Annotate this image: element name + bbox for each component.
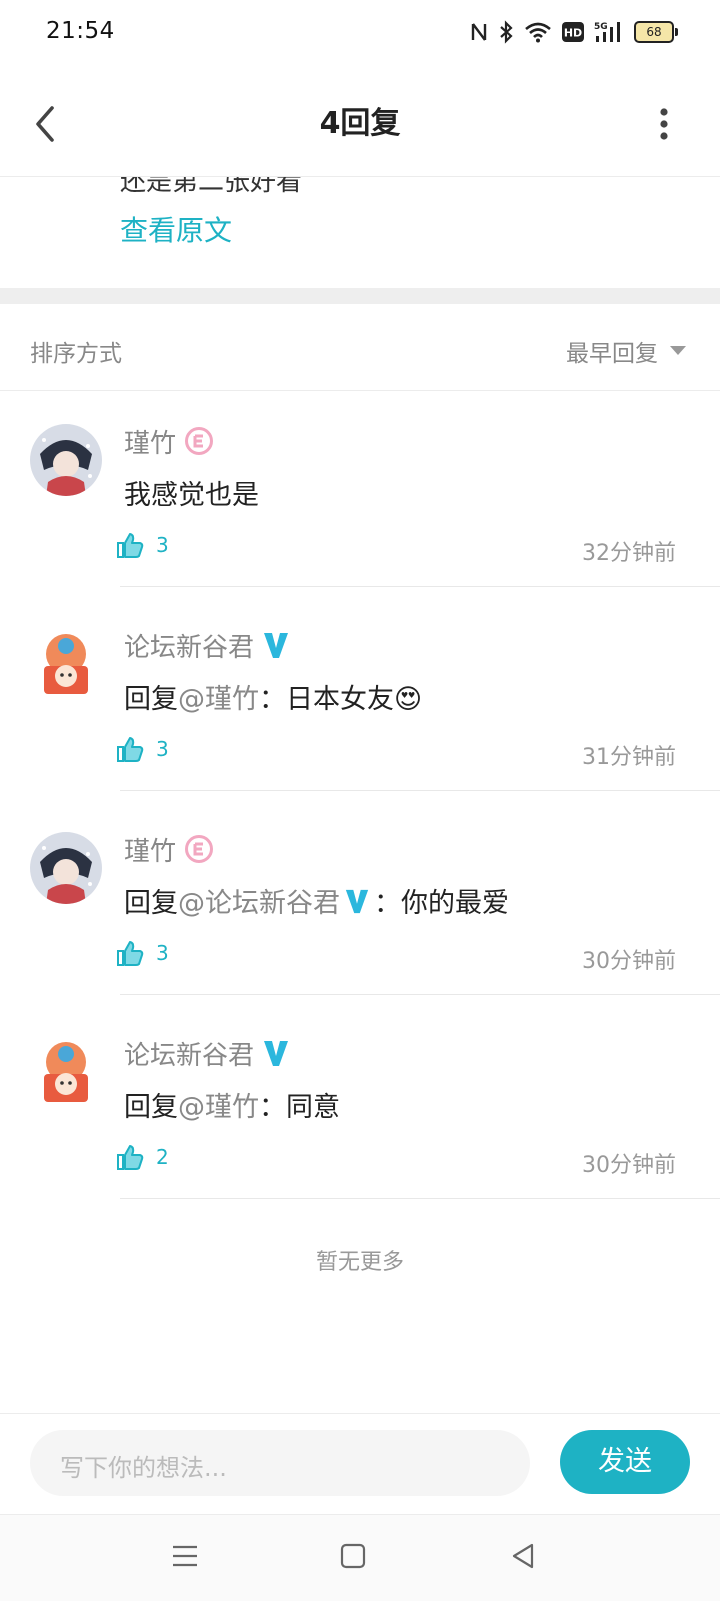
reply-content: 回复 @论坛新谷君 ：你的最爱	[124, 881, 509, 920]
menu-icon[interactable]	[172, 1543, 198, 1569]
send-button[interactable]: 发送	[560, 1430, 690, 1494]
like-button[interactable]: 3	[116, 939, 169, 967]
avatar[interactable]	[30, 832, 102, 904]
mention-link[interactable]: @瑾竹	[178, 677, 259, 716]
no-more-label: 暂无更多	[315, 1250, 404, 1275]
hd-icon: HD	[562, 22, 584, 42]
mention-link[interactable]: @论坛新谷君	[178, 881, 340, 920]
thumbs-up-icon	[117, 737, 144, 762]
reply-text: ：日本女友😍	[259, 684, 423, 715]
reply-item: 论坛新谷君 回复 @瑾竹 ：同意 2 30分钟前	[0, 995, 720, 1199]
username[interactable]: 论坛新谷君	[124, 627, 254, 664]
reply-prefix: 回复	[124, 684, 178, 715]
thumbs-up-icon	[117, 1145, 144, 1170]
input-placeholder: 写下你的想法...	[60, 1454, 227, 1482]
reply-timestamp: 30分钟前	[582, 1153, 676, 1178]
username[interactable]: 瑾竹	[124, 831, 176, 868]
like-button[interactable]: 3	[116, 531, 169, 559]
reply-prefix: 回复	[124, 1092, 178, 1123]
reply-content: 回复 @瑾竹 ：日本女友😍	[124, 677, 422, 716]
like-button[interactable]: 2	[116, 1143, 169, 1171]
level-badge-icon	[185, 427, 214, 455]
home-icon[interactable]	[340, 1543, 366, 1569]
view-original-link[interactable]: 查看原文	[120, 209, 232, 249]
like-count: 3	[156, 533, 169, 557]
verified-v-icon	[264, 633, 289, 658]
reply-header: 瑾竹	[124, 831, 214, 867]
reply-text: 我感觉也是	[124, 480, 259, 511]
status-icons: HD 5G 68	[470, 18, 678, 46]
reply-header: 论坛新谷君	[124, 627, 290, 663]
status-time: 21:54	[46, 18, 115, 44]
bluetooth-icon	[500, 20, 513, 44]
reply-header: 论坛新谷君	[124, 1035, 290, 1071]
chevron-down-icon[interactable]	[670, 346, 686, 355]
reply-text: ：你的最爱	[374, 888, 509, 919]
5g-signal-icon: 5G	[594, 22, 620, 42]
avatar[interactable]	[30, 424, 102, 496]
status-bar: 21:54 HD 5G 68	[0, 0, 720, 66]
back-icon[interactable]	[510, 1543, 536, 1569]
like-button[interactable]: 3	[116, 735, 169, 763]
like-count: 3	[156, 941, 169, 965]
system-navigation-bar	[0, 1514, 720, 1601]
sort-bar: 排序方式 最早回复	[0, 304, 720, 391]
verified-v-icon	[264, 1041, 289, 1066]
reply-prefix: 回复	[124, 888, 178, 919]
reply-item: 瑾竹 我感觉也是 3 32分钟前	[0, 383, 720, 587]
username[interactable]: 瑾竹	[124, 423, 176, 460]
more-options-icon[interactable]	[658, 104, 670, 144]
like-count: 2	[156, 1145, 169, 1169]
username[interactable]: 论坛新谷君	[124, 1035, 254, 1072]
thumbs-up-icon	[117, 533, 144, 558]
nfc-icon	[471, 23, 487, 41]
wifi-icon	[525, 22, 551, 43]
like-count: 3	[156, 737, 169, 761]
sort-dropdown[interactable]: 最早回复	[566, 334, 658, 368]
mention-link[interactable]: @瑾竹	[178, 1085, 259, 1124]
svg-text:HD: HD	[564, 27, 582, 40]
avatar[interactable]	[30, 628, 102, 700]
reply-text: ：同意	[259, 1092, 340, 1123]
thumbs-up-icon	[117, 941, 144, 966]
reply-timestamp: 30分钟前	[582, 949, 676, 974]
original-post-text: 还是第二张好看	[120, 177, 303, 197]
reply-timestamp: 31分钟前	[582, 745, 676, 770]
comment-composer: 写下你的想法... 发送	[0, 1413, 720, 1514]
level-badge-icon	[185, 835, 214, 863]
original-post-preview: 还是第二张好看 查看原文	[0, 177, 720, 287]
divider	[120, 1198, 720, 1199]
page-title: 4回复	[319, 106, 401, 141]
battery-icon: 68	[634, 21, 678, 43]
comment-input[interactable]: 写下你的想法...	[30, 1430, 530, 1496]
reply-timestamp: 32分钟前	[582, 541, 676, 566]
reply-item: 瑾竹 回复 @论坛新谷君 ：你的最爱 3 30分钟前	[0, 791, 720, 995]
section-divider	[0, 288, 720, 304]
svg-text:5G: 5G	[594, 22, 608, 32]
sort-label: 排序方式	[30, 341, 122, 367]
reply-item: 论坛新谷君 回复 @瑾竹 ：日本女友😍 3 31分钟前	[0, 587, 720, 791]
top-navigation-bar: 4回复	[0, 66, 720, 177]
reply-content: 我感觉也是	[124, 473, 259, 512]
verified-v-icon	[345, 889, 369, 913]
reply-content: 回复 @瑾竹 ：同意	[124, 1085, 340, 1124]
avatar[interactable]	[30, 1036, 102, 1108]
reply-header: 瑾竹	[124, 423, 214, 459]
